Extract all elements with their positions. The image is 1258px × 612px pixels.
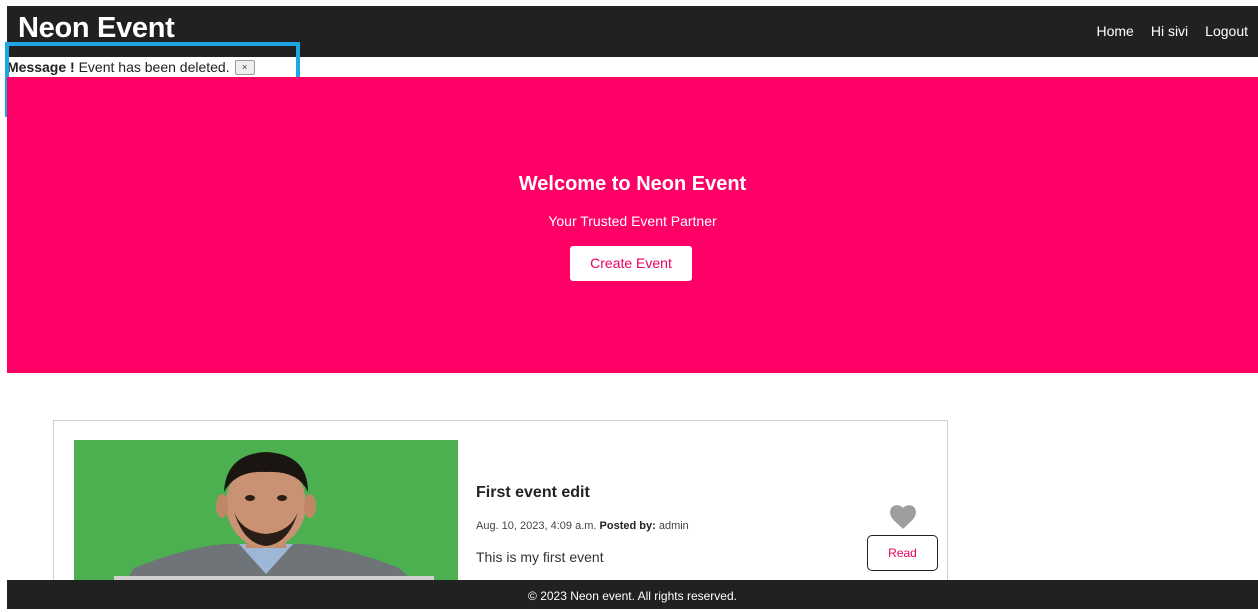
nav-user-greeting[interactable]: Hi sivi (1151, 23, 1188, 39)
message-close-button[interactable]: × (234, 59, 255, 75)
event-meta: Aug. 10, 2023, 4:09 a.m. Posted by: admi… (476, 520, 689, 532)
footer: © 2023 Neon event. All rights reserved. (7, 580, 1258, 609)
brand-logo[interactable]: Neon Event (18, 14, 175, 43)
heart-icon[interactable] (888, 504, 918, 530)
read-button[interactable]: Read (867, 535, 938, 571)
message-title: Message ! (7, 59, 75, 75)
footer-text: © 2023 Neon event. All rights reserved. (528, 589, 737, 603)
event-title[interactable]: First event edit (476, 484, 590, 502)
nav-logout-link[interactable]: Logout (1205, 23, 1248, 39)
event-card: First event edit Aug. 10, 2023, 4:09 a.m… (53, 420, 948, 600)
event-description: This is my first event (476, 549, 604, 565)
event-image[interactable] (74, 440, 458, 600)
posted-by-label: Posted by: (599, 520, 656, 532)
nav-home-link[interactable]: Home (1096, 23, 1133, 39)
create-event-button[interactable]: Create Event (570, 246, 692, 281)
person-photo-illustration (74, 440, 458, 600)
navbar: Neon Event Home Hi sivi Logout (7, 6, 1258, 57)
hero-subtitle: Your Trusted Event Partner (548, 213, 717, 229)
message-text: Event has been deleted. (78, 59, 230, 75)
event-date: Aug. 10, 2023, 4:09 a.m. (476, 520, 597, 532)
hero-title: Welcome to Neon Event (518, 173, 747, 195)
event-author: admin (658, 520, 689, 532)
hero-banner: Welcome to Neon Event Your Trusted Event… (7, 77, 1258, 373)
nav-links: Home Hi sivi Logout (1096, 23, 1248, 39)
message-alert: Message ! Event has been deleted. × (7, 57, 1258, 77)
